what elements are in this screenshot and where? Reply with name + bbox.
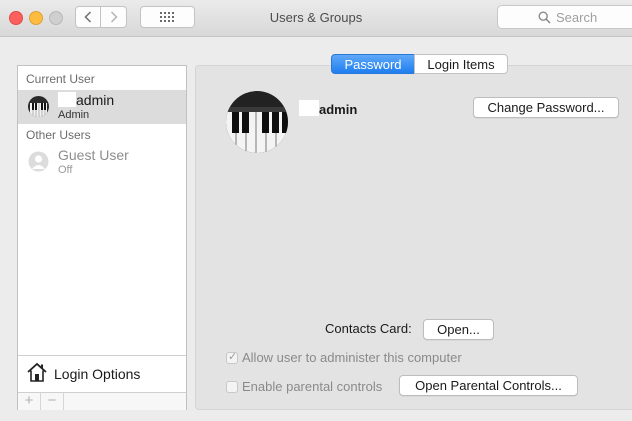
tab-login-items[interactable]: Login Items bbox=[414, 54, 508, 74]
login-options-item[interactable]: Login Options bbox=[18, 355, 186, 392]
contacts-card-label: Contacts Card: bbox=[325, 321, 412, 336]
piano-avatar-icon bbox=[28, 96, 49, 117]
current-user-name: admin bbox=[58, 92, 114, 108]
add-user-button[interactable]: + bbox=[18, 393, 41, 410]
current-user-role: Admin bbox=[58, 109, 90, 121]
users-sidebar: Current User admin Admin Other Users Gue… bbox=[17, 65, 187, 410]
change-password-button[interactable]: Change Password... bbox=[473, 97, 619, 118]
login-options-label: Login Options bbox=[54, 366, 141, 382]
parental-controls-label: Enable parental controls bbox=[242, 379, 383, 394]
account-name: admin bbox=[299, 100, 357, 117]
guest-avatar-icon bbox=[28, 151, 49, 172]
checkmark-icon: ✓ bbox=[228, 351, 238, 363]
search-field[interactable]: Search bbox=[497, 5, 632, 29]
other-users-heading: Other Users bbox=[26, 128, 91, 142]
add-remove-bar: + − bbox=[18, 392, 186, 410]
house-icon bbox=[27, 362, 47, 382]
title-bar: Users & Groups Search bbox=[0, 0, 632, 37]
redaction-box bbox=[299, 100, 319, 116]
open-parental-controls-button[interactable]: Open Parental Controls... bbox=[399, 375, 578, 396]
tab-password[interactable]: Password bbox=[331, 54, 415, 74]
current-user-row[interactable]: admin Admin bbox=[18, 90, 186, 124]
allow-admin-checkbox[interactable]: ✓ bbox=[226, 351, 238, 364]
current-user-heading: Current User bbox=[26, 72, 95, 86]
redaction-box bbox=[58, 92, 76, 107]
remove-user-button[interactable]: − bbox=[41, 393, 64, 410]
allow-admin-label: Allow user to administer this computer bbox=[242, 350, 462, 365]
guest-user-name: Guest User bbox=[58, 147, 129, 163]
open-contacts-card-button[interactable]: Open... bbox=[423, 319, 494, 340]
guest-user-row[interactable]: Guest User Off bbox=[18, 145, 186, 179]
parental-controls-row: Enable parental controls bbox=[226, 379, 382, 394]
search-icon bbox=[538, 10, 551, 24]
parental-controls-checkbox[interactable] bbox=[226, 381, 238, 393]
user-picture[interactable] bbox=[226, 91, 288, 153]
allow-admin-row: ✓ Allow user to administer this computer bbox=[226, 350, 462, 365]
guest-user-status: Off bbox=[58, 164, 73, 176]
search-placeholder: Search bbox=[556, 9, 598, 25]
piano-avatar-icon bbox=[226, 91, 288, 153]
